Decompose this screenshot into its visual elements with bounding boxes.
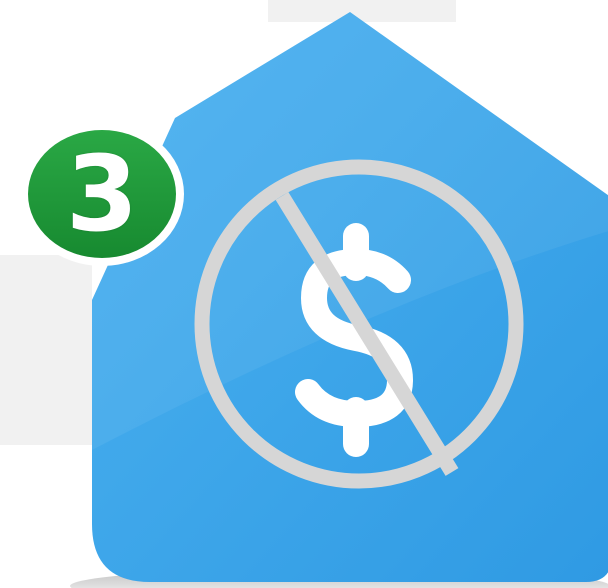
icon-canvas: 3 bbox=[0, 0, 608, 588]
house-no-fee-icon bbox=[70, 12, 608, 588]
badge-count: 3 bbox=[65, 133, 139, 255]
count-badge: 3 bbox=[16, 120, 188, 268]
